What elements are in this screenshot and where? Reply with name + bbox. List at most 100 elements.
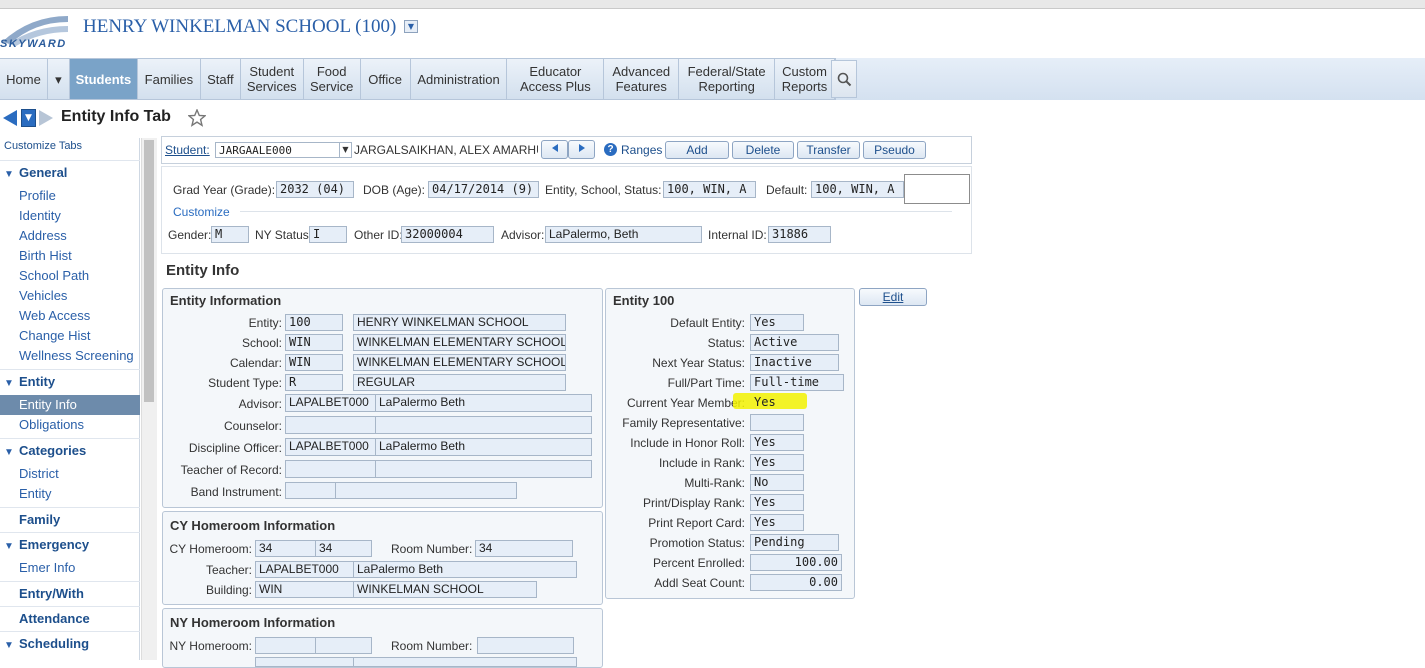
sidebar-item-birth-hist[interactable]: Birth Hist <box>19 246 72 266</box>
building-label: Building: <box>205 583 252 597</box>
dob-label: DOB (Age): <box>363 183 426 197</box>
sidebar-item-emer-info[interactable]: Emer Info <box>19 558 75 578</box>
entity-name: HENRY WINKELMAN SCHOOL <box>353 314 566 331</box>
help-icon[interactable]: ? <box>604 143 617 156</box>
school-title[interactable]: HENRY WINKELMAN SCHOOL (100) <box>83 16 396 38</box>
sidebar-item-change-hist[interactable]: Change Hist <box>19 326 91 346</box>
entity100-row-value <box>750 414 804 431</box>
nav-item-office[interactable]: Office <box>361 59 411 99</box>
forward-arrow-icon[interactable] <box>39 110 53 126</box>
history-dropdown-icon[interactable]: ▼ <box>21 109 36 127</box>
chevron-down-icon[interactable]: ▼ <box>404 20 418 33</box>
pseudo-button[interactable]: Pseudo <box>863 141 926 159</box>
sidebar-item-wellness-screening[interactable]: Wellness Screening <box>19 346 134 366</box>
sidebar-item-web-access[interactable]: Web Access <box>19 306 90 326</box>
sidebar-group-entity[interactable]: ▼ Entity <box>0 369 140 393</box>
sidebar-group-family[interactable]: Family <box>0 507 140 531</box>
student-name: JARGALSAIKHAN, ALEX AMARHUU <box>354 143 538 157</box>
divider <box>240 211 952 212</box>
nav-item-federal-state-reporting[interactable]: Federal/State Reporting <box>679 59 776 99</box>
teacher-of-record-name <box>375 460 592 478</box>
nav-item-home[interactable]: Home <box>0 59 48 99</box>
nav-item-families[interactable]: Families <box>138 59 201 99</box>
ranges-link[interactable]: Ranges <box>621 143 662 157</box>
nav-item-custom-reports[interactable]: Custom Reports <box>775 59 835 99</box>
internal-id-field: 31886 <box>768 226 831 243</box>
grad-year-field: 2032 (04) <box>276 181 354 198</box>
counselor-name <box>375 416 592 434</box>
customize-tabs-link[interactable]: Customize Tabs <box>4 140 82 152</box>
sidebar-group-label: Categories <box>19 443 87 458</box>
entity100-row-value: Active <box>750 334 839 351</box>
sidebar-item-address[interactable]: Address <box>19 226 67 246</box>
sidebar-item-entity-info[interactable]: Entity Info <box>19 395 77 415</box>
entity100-row-label: Addl Seat Count: <box>654 576 745 590</box>
transfer-button[interactable]: Transfer <box>797 141 860 159</box>
right-arrow-icon <box>578 144 585 152</box>
sidebar-item-entity[interactable]: Entity <box>19 484 52 504</box>
nav-item-food-service[interactable]: Food Service <box>304 59 361 99</box>
sidebar-group-scheduling[interactable]: ▼ Scheduling <box>0 631 140 655</box>
customize-link[interactable]: Customize <box>173 205 230 219</box>
entity100-row-value: Yes <box>750 494 804 511</box>
entity100-row-label: Print/Display Rank: <box>642 496 745 510</box>
back-arrow-icon[interactable] <box>3 110 17 126</box>
edit-button[interactable]: Edit <box>859 288 927 306</box>
ny-status-field: I <box>309 226 347 243</box>
home-dropdown-icon[interactable]: ▾ <box>48 59 70 99</box>
advisor-code: LAPALBET000 <box>285 394 376 412</box>
entity100-row-label: Multi-Rank: <box>684 476 745 490</box>
entity100-row-value: Inactive <box>750 354 839 371</box>
student-label-link[interactable]: Student: <box>165 143 210 157</box>
main-nav: Home ▾ Students Families Staff Student Servic… <box>0 58 836 100</box>
prev-student-button[interactable] <box>541 140 568 159</box>
entity-school-status-field: 100, WIN, A <box>663 181 756 198</box>
nav-item-educator-access-plus[interactable]: Educator Access Plus <box>507 59 605 99</box>
sidebar-item-district[interactable]: District <box>19 464 59 484</box>
sidebar-item-obligations[interactable]: Obligations <box>19 415 84 435</box>
sidebar-item-school-path[interactable]: School Path <box>19 266 89 286</box>
ny-teacher-code <box>255 657 354 667</box>
student-type-label: Student Type: <box>208 376 282 390</box>
sidebar-group-emergency[interactable]: ▼ Emergency <box>0 532 140 556</box>
collapse-triangle-icon: ▼ <box>4 640 14 651</box>
entity100-row-label: Current Year Member: <box>626 396 745 410</box>
entity100-row-value: Yes <box>750 434 804 451</box>
sidebar-group-entry-with[interactable]: Entry/With <box>0 581 140 605</box>
sidebar-scroll-thumb[interactable] <box>144 140 154 402</box>
ny-room-number-field <box>477 637 574 654</box>
ny-homeroom-field-1 <box>255 637 316 654</box>
left-arrow-icon <box>551 144 558 152</box>
other-id-label: Other ID: <box>354 228 403 242</box>
ny-teacher-name <box>353 657 577 667</box>
sidebar-item-profile[interactable]: Profile <box>19 186 56 206</box>
entity100-row-value: Pending <box>750 534 839 551</box>
ny-status-label: NY Status: <box>255 228 313 242</box>
entity100-row-value: Full-time <box>750 374 844 391</box>
sidebar-item-identity[interactable]: Identity <box>19 206 61 226</box>
nav-item-student-services[interactable]: Student Services <box>241 59 304 99</box>
sidebar-item-vehicles[interactable]: Vehicles <box>19 286 67 306</box>
edit-button-label: Edit <box>882 290 904 304</box>
building-name: WINKELMAN SCHOOL <box>353 581 537 598</box>
nav-item-administration[interactable]: Administration <box>411 59 508 99</box>
student-dropdown-icon[interactable]: ▼ <box>340 142 352 158</box>
add-button[interactable]: Add <box>665 141 729 159</box>
discipline-officer-code: LAPALBET000 <box>285 438 376 456</box>
star-icon[interactable] <box>188 109 206 127</box>
search-icon[interactable] <box>831 60 857 98</box>
calendar-label: Calendar: <box>229 356 282 370</box>
delete-button[interactable]: Delete <box>732 141 794 159</box>
nav-item-staff[interactable]: Staff <box>201 59 241 99</box>
next-student-button[interactable] <box>568 140 595 159</box>
school-code: WIN <box>285 334 343 351</box>
entity100-row-label: Print Report Card: <box>648 516 745 530</box>
student-id-input[interactable]: JARGAALE000 <box>215 142 340 158</box>
sidebar-group-attendance[interactable]: Attendance <box>0 606 140 630</box>
nav-item-advanced-features[interactable]: Advanced Features <box>604 59 680 99</box>
nav-item-students[interactable]: Students <box>69 59 138 99</box>
sidebar-group-general[interactable]: ▼ General <box>0 160 140 184</box>
sidebar-group-categories[interactable]: ▼ Categories <box>0 438 140 462</box>
student-type-name: REGULAR <box>353 374 566 391</box>
default-label: Default: <box>766 183 808 197</box>
